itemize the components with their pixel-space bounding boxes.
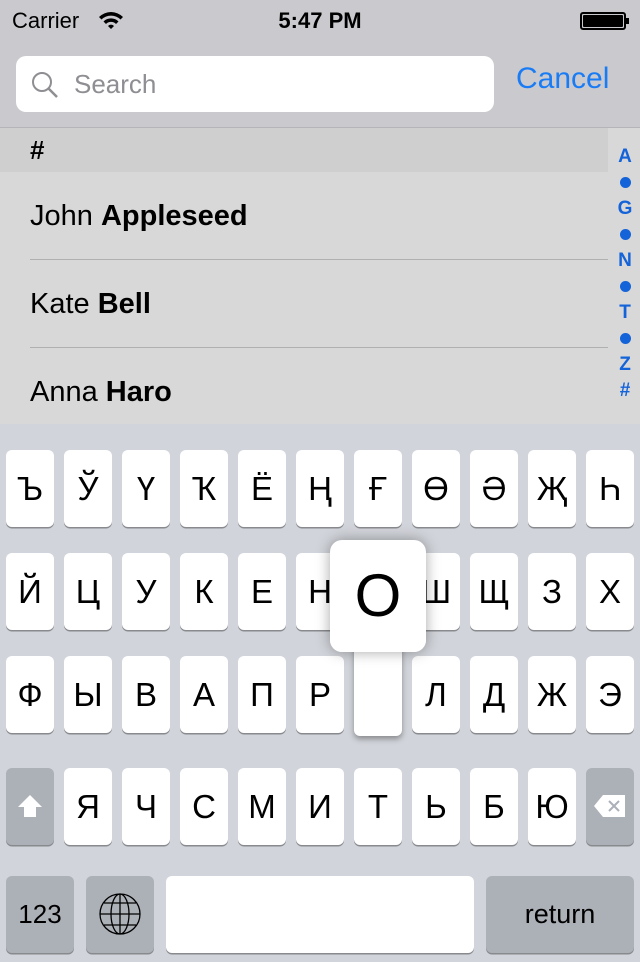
key[interactable]: Ф	[6, 656, 54, 733]
return-key[interactable]: return	[486, 876, 634, 953]
index-letter[interactable]: Z	[610, 352, 640, 378]
battery-icon	[580, 12, 629, 30]
globe-icon	[99, 893, 141, 935]
key[interactable]: Ч	[122, 768, 170, 845]
key[interactable]: Ё	[238, 450, 286, 527]
contact-first-name: Kate	[30, 288, 98, 320]
key[interactable]: Я	[64, 768, 112, 845]
key[interactable]: Ю	[528, 768, 576, 845]
index-letter[interactable]: A	[610, 144, 640, 170]
key[interactable]: Ң	[296, 450, 344, 527]
key[interactable]: Т	[354, 768, 402, 845]
key[interactable]: Җ	[528, 450, 576, 527]
key[interactable]: К	[180, 553, 228, 630]
key[interactable]: Ү	[122, 450, 170, 527]
space-key[interactable]	[166, 876, 474, 953]
backspace-icon	[594, 795, 625, 817]
index-letter[interactable]: G	[610, 196, 640, 222]
key[interactable]: Ҡ	[180, 450, 228, 527]
key[interactable]: Ц	[64, 553, 112, 630]
index-dot[interactable]	[610, 222, 640, 248]
clock: 5:47 PM	[278, 8, 362, 33]
section-index[interactable]: A G N T Z #	[610, 144, 640, 404]
key[interactable]: Ў	[64, 450, 112, 527]
key[interactable]: Э	[586, 656, 634, 733]
key[interactable]: М	[238, 768, 286, 845]
contact-first-name: Anna	[30, 376, 106, 408]
contact-row[interactable]: John Appleseed	[30, 172, 608, 260]
contact-list: # John Appleseed Kate Bell Anna Haro AGNTZ…	[0, 128, 640, 424]
search-field[interactable]	[16, 56, 494, 112]
key[interactable]: Х	[586, 553, 634, 630]
cancel-button[interactable]: Cancel	[516, 62, 609, 96]
globe-key[interactable]	[86, 876, 154, 953]
index-letter[interactable]: #	[610, 378, 640, 404]
key[interactable]: Һ	[586, 450, 634, 527]
backspace-key[interactable]	[586, 768, 634, 845]
shift-key[interactable]	[6, 768, 54, 845]
index-dot[interactable]	[610, 274, 640, 300]
contact-last-name: Appleseed	[100, 200, 248, 232]
key[interactable]: Ә	[470, 450, 518, 527]
index-letter[interactable]: N	[610, 248, 640, 274]
key[interactable]: Ғ	[354, 450, 402, 527]
key[interactable]: Щ	[470, 553, 518, 630]
key[interactable]: В	[122, 656, 170, 733]
key[interactable]: Й	[6, 553, 54, 630]
key-preview-popup: О	[330, 540, 426, 738]
key[interactable]: Ө	[412, 450, 460, 527]
contact-last-name: Haro	[105, 376, 172, 408]
key[interactable]: Ж	[528, 656, 576, 733]
search-icon	[32, 72, 58, 98]
shift-icon	[18, 795, 42, 817]
key[interactable]: Д	[470, 656, 518, 733]
contact-first-name: John	[30, 200, 101, 232]
numbers-key[interactable]: 123	[6, 876, 74, 953]
key[interactable]: Ы	[64, 656, 112, 733]
key[interactable]: П	[238, 656, 286, 733]
key[interactable]: Б	[470, 768, 518, 845]
key[interactable]: Е	[238, 553, 286, 630]
contact-row[interactable]: Anna Haro	[30, 348, 608, 436]
key[interactable]: И	[296, 768, 344, 845]
contact-row[interactable]: Kate Bell	[30, 260, 608, 348]
key[interactable]: С	[180, 768, 228, 845]
index-letter[interactable]: T	[610, 300, 640, 326]
key[interactable]: Ь	[412, 768, 460, 845]
contact-last-name: Bell	[97, 288, 151, 320]
key[interactable]: У	[122, 553, 170, 630]
key[interactable]: А	[180, 656, 228, 733]
key[interactable]: Ъ	[6, 450, 54, 527]
section-header: #	[0, 128, 608, 172]
index-dot[interactable]	[610, 326, 640, 352]
top-bar: Carrier 5:47 PM Cancel	[0, 0, 640, 128]
search-input[interactable]	[74, 66, 474, 102]
key[interactable]: З	[528, 553, 576, 630]
index-dot[interactable]	[610, 170, 640, 196]
